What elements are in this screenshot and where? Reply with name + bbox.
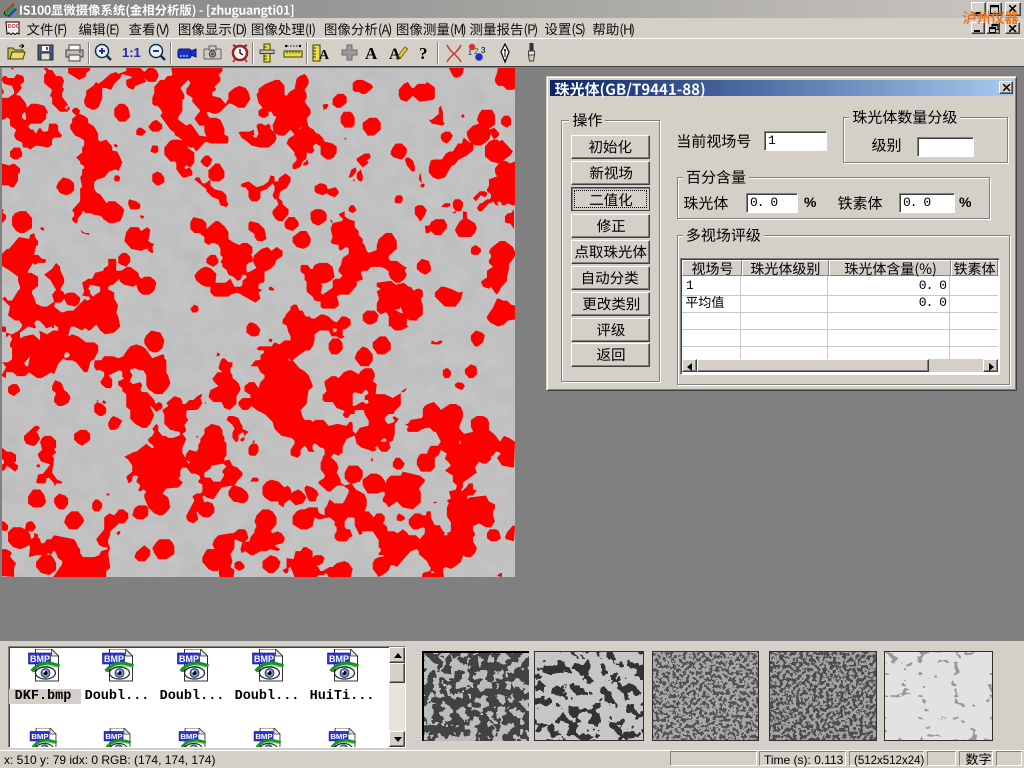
svg-text:3: 3 bbox=[481, 46, 486, 55]
svg-text:A: A bbox=[319, 48, 330, 63]
svg-text:?: ? bbox=[419, 44, 428, 63]
svg-text:A: A bbox=[365, 44, 378, 63]
svg-text:1: 1 bbox=[468, 50, 472, 57]
svg-text:DOC: DOC bbox=[8, 24, 20, 30]
svg-text:1:1: 1:1 bbox=[122, 45, 141, 60]
